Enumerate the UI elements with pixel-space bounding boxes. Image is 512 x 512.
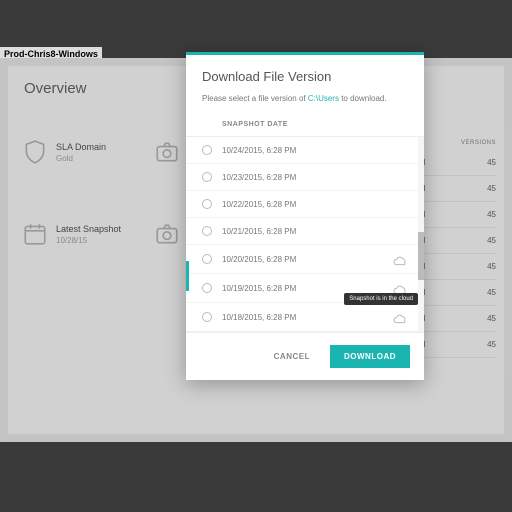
cloud-icon [392, 253, 408, 265]
snapshot-list: 10/24/2015, 6:28 PM 10/23/2015, 6:28 PM 10… [186, 137, 424, 332]
radio-button[interactable] [202, 312, 212, 322]
scrollbar-thumb[interactable] [418, 232, 424, 280]
radio-button[interactable] [202, 145, 212, 155]
snapshot-date: 10/24/2015, 6:28 PM [222, 146, 408, 155]
radio-button[interactable] [202, 172, 212, 182]
cancel-button[interactable]: CANCEL [260, 345, 324, 368]
snapshot-row[interactable]: 10/20/2015, 6:28 PM [186, 245, 418, 274]
snapshot-list-header: SNAPSHOT DATE [186, 113, 424, 137]
radio-button[interactable] [202, 283, 212, 293]
radio-button[interactable] [202, 254, 212, 264]
snapshot-date: 10/19/2015, 6:28 PM [222, 284, 392, 293]
path-link[interactable]: C:\Users [308, 94, 339, 103]
snapshot-date: 10/20/2015, 6:28 PM [222, 255, 392, 264]
snapshot-row[interactable]: 10/18/2015, 6:28 PM [186, 303, 418, 332]
download-button[interactable]: DOWNLOAD [330, 345, 410, 368]
snapshot-row[interactable]: 10/22/2015, 6:28 PM [186, 191, 418, 218]
snapshot-date: 10/21/2015, 6:28 PM [222, 227, 408, 236]
selection-indicator [186, 261, 189, 291]
cloud-icon [392, 311, 408, 323]
snapshot-date: 10/23/2015, 6:28 PM [222, 173, 408, 182]
snapshot-row[interactable]: 10/21/2015, 6:28 PM [186, 218, 418, 245]
cloud-tooltip: Snapshot is in the cloud [344, 293, 418, 305]
snapshot-row[interactable]: 10/23/2015, 6:28 PM [186, 164, 418, 191]
modal-actions: CANCEL DOWNLOAD [186, 332, 424, 380]
radio-button[interactable] [202, 226, 212, 236]
modal-title: Download File Version [186, 55, 424, 94]
modal-prompt: Please select a file version of C:\Users… [186, 94, 424, 113]
radio-button[interactable] [202, 199, 212, 209]
snapshot-date: 10/22/2015, 6:28 PM [222, 200, 408, 209]
download-modal: Download File Version Please select a fi… [186, 52, 424, 380]
snapshot-date: 10/18/2015, 6:28 PM [222, 313, 392, 322]
snapshot-row[interactable]: 10/24/2015, 6:28 PM [186, 137, 418, 164]
